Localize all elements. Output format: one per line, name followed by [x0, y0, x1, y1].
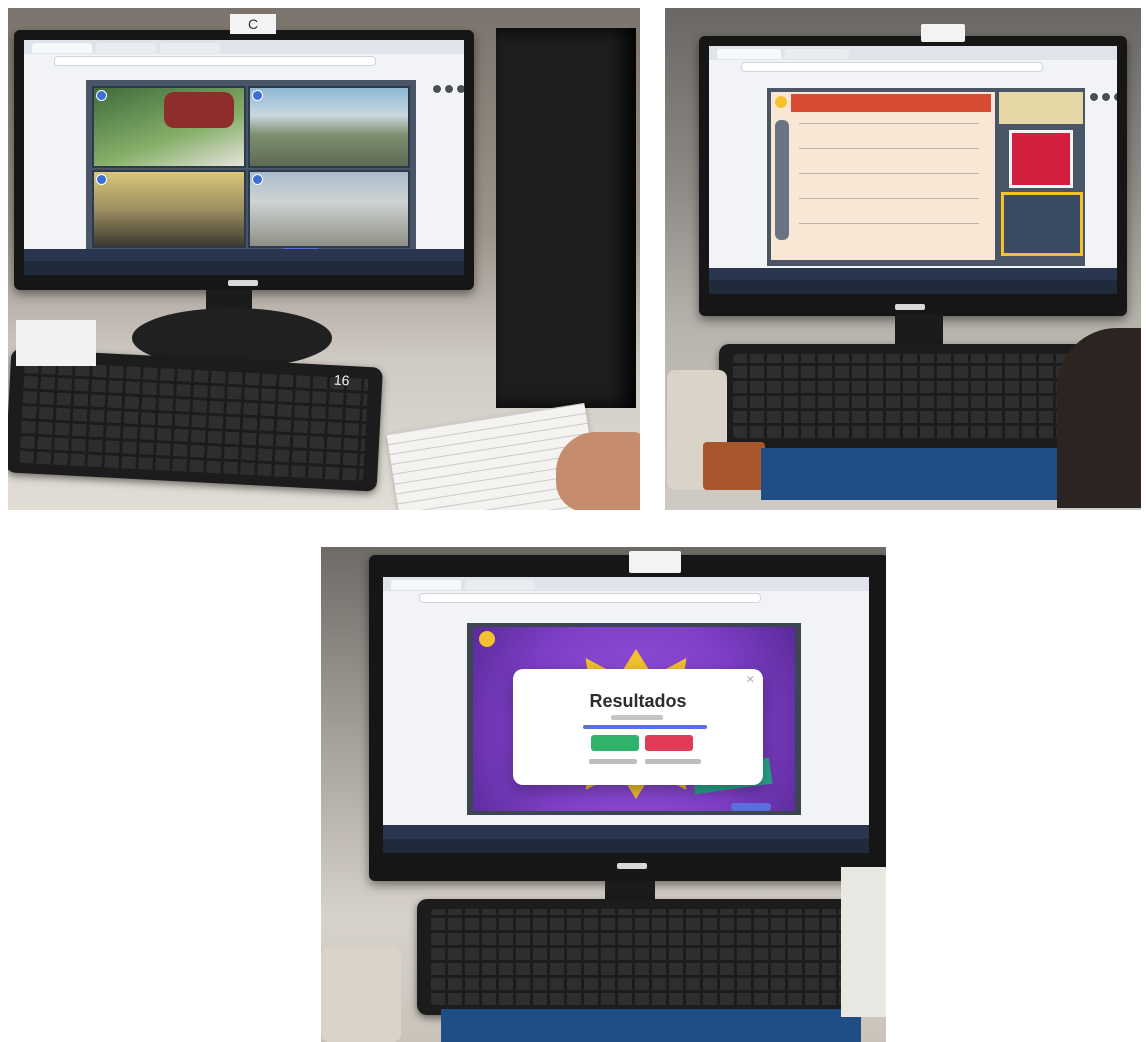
windows-taskbar [383, 839, 869, 853]
hand [556, 432, 640, 510]
address-bar [419, 593, 761, 603]
photo-monitor-matching-activity [665, 8, 1141, 510]
browser-tab [785, 49, 849, 59]
pc-tower [496, 28, 636, 408]
drop-zone [1001, 192, 1083, 256]
monitor-bezel: ✕ Resultados [369, 555, 886, 881]
notice-bar [24, 249, 464, 261]
side-icons [775, 120, 789, 240]
control-icon [1113, 92, 1117, 102]
monitor-screen: ✕ Resultados [383, 577, 869, 853]
results-modal: ✕ Resultados [513, 669, 763, 785]
photo-monitor-comic-panels: C 16 [8, 8, 640, 510]
monitor-stand [895, 314, 943, 344]
browser-tab-bar [383, 577, 869, 591]
panel-number-badge [252, 90, 263, 101]
results-progress-bar [583, 725, 707, 729]
slide-controls [1089, 92, 1117, 102]
paper-stack [841, 867, 886, 1017]
activity-instructions [791, 94, 991, 112]
notice-bar [383, 825, 869, 839]
windows-taskbar [709, 280, 1117, 294]
incorrect-answers-button[interactable] [645, 735, 693, 751]
monitor-tag-label: C [230, 14, 276, 34]
monitor-bezel [14, 30, 474, 290]
notice-bar [709, 268, 1117, 280]
address-bar [741, 62, 1043, 72]
monitor-brand-logo [617, 863, 647, 869]
photo-monitor-results: ✕ Resultados [321, 547, 886, 1042]
control-icon [456, 84, 464, 94]
comic-panel-3 [92, 170, 246, 248]
comic-panel-1 [92, 86, 246, 168]
comic-panel-4 [248, 170, 410, 248]
address-bar [54, 56, 376, 66]
monitor-tag-label [921, 24, 965, 42]
panel-number-badge [252, 174, 263, 185]
browser-tab-bar [24, 40, 464, 54]
monitor-screen [709, 46, 1117, 294]
control-icon [444, 84, 454, 94]
back-icon [479, 631, 495, 647]
browser-tab [32, 43, 92, 53]
control-icon [1089, 92, 1099, 102]
monitor-tag-label [629, 551, 681, 573]
browser-tab [717, 49, 781, 59]
comic-panel-2 [248, 86, 410, 168]
control-icon [432, 84, 442, 94]
browser-tab [96, 43, 156, 53]
keyboard [8, 348, 383, 492]
keyboard [417, 899, 857, 1015]
correct-answers-button[interactable] [591, 735, 639, 751]
snack-packet [321, 947, 401, 1042]
panel-number-badge [96, 90, 107, 101]
hint-box [999, 92, 1083, 124]
back-icon [775, 96, 787, 108]
keyboard-keys [431, 909, 843, 1005]
blue-mousepad [441, 1009, 861, 1042]
keyboard-marker-note: 16 [333, 371, 351, 389]
speech-bubble [164, 92, 234, 128]
browser-tab [160, 43, 220, 53]
snack-bar [703, 442, 765, 490]
browser-tab-bar [709, 46, 1117, 60]
browser-tab [391, 580, 461, 590]
results-progress-fill [583, 725, 707, 729]
windows-taskbar [24, 261, 464, 275]
control-icon [1101, 92, 1111, 102]
keyboard-keys [19, 359, 369, 481]
red-card [1009, 130, 1073, 188]
close-icon[interactable]: ✕ [746, 673, 755, 686]
paper-sheet [16, 320, 96, 366]
results-subtitle [611, 715, 663, 720]
panel-number-badge [96, 174, 107, 185]
retry-link[interactable] [645, 759, 701, 764]
browser-tab [465, 580, 535, 590]
blue-mousepad [761, 448, 1101, 500]
monitor-bezel [699, 36, 1127, 316]
show-answers-link[interactable] [589, 759, 637, 764]
continue-button [731, 803, 771, 811]
word-list [799, 118, 979, 248]
monitor-brand-logo [895, 304, 925, 310]
monitor-screen [24, 40, 464, 275]
monitor-brand-logo [228, 280, 258, 286]
person-hair [1057, 328, 1141, 508]
results-title: Resultados [589, 691, 687, 711]
slide-controls [432, 84, 464, 94]
